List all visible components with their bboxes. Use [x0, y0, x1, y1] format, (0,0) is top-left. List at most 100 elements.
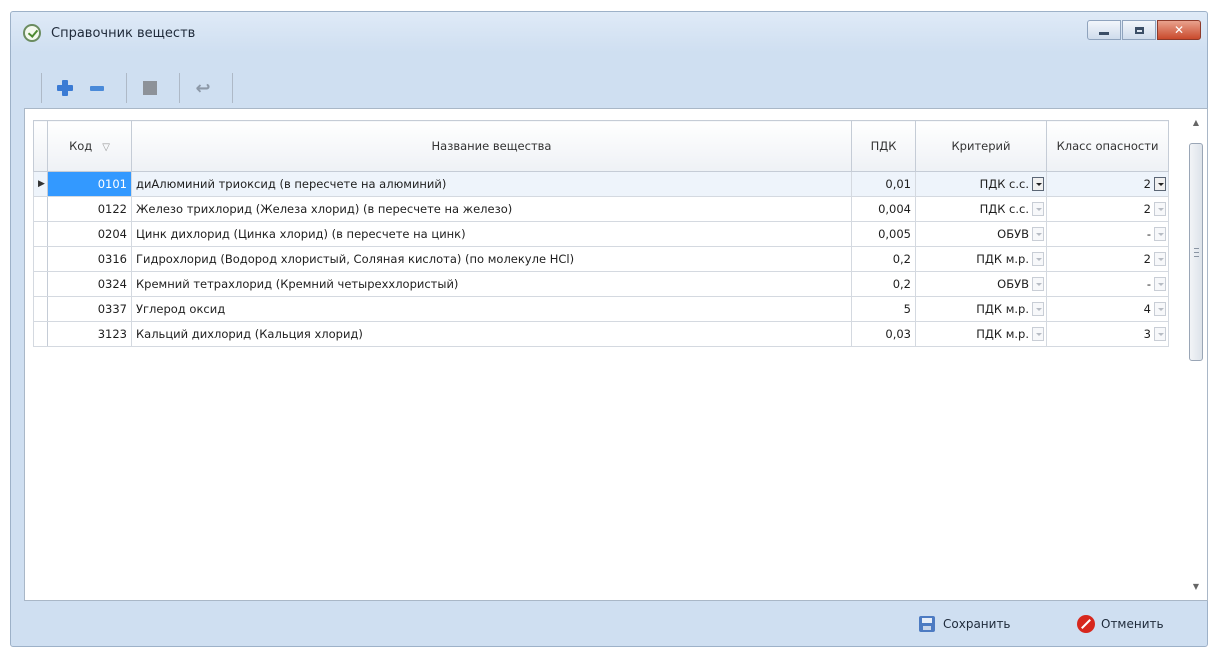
cell-criterion[interactable]: ПДК м.р.: [915, 296, 1047, 322]
table-row[interactable]: 0316 Гидрохлорид (Водород хлористый, Сол…: [33, 246, 1169, 272]
table-row[interactable]: 0324 Кремний тетрахлорид (Кремний четыре…: [33, 271, 1169, 297]
cell-pdk[interactable]: 0,2: [851, 246, 916, 272]
maximize-icon: [1134, 26, 1144, 34]
row-selector[interactable]: [33, 271, 48, 297]
scroll-down-icon[interactable]: ▼: [1187, 579, 1205, 595]
vertical-scrollbar[interactable]: ▲ ▼: [1187, 115, 1205, 595]
hazard-class-value: 2: [1143, 251, 1151, 266]
cell-hazard-class[interactable]: -: [1046, 221, 1169, 247]
cell-code[interactable]: 0204: [47, 221, 132, 247]
cell-code[interactable]: 0101: [47, 171, 132, 197]
cell-code[interactable]: 0324: [47, 271, 132, 297]
app-icon: [23, 24, 41, 42]
cell-pdk[interactable]: 0,005: [851, 221, 916, 247]
chevron-down-icon[interactable]: [1032, 252, 1044, 267]
maximize-button[interactable]: [1122, 20, 1156, 40]
chevron-down-icon[interactable]: [1154, 202, 1166, 217]
table-row[interactable]: 0204 Цинк дихлорид (Цинка хлорид) (в пер…: [33, 221, 1169, 247]
hazard-class-value: 2: [1143, 176, 1151, 191]
chevron-down-icon[interactable]: [1032, 227, 1044, 242]
scroll-thumb[interactable]: [1189, 143, 1203, 361]
cancel-button[interactable]: Отменить: [1077, 612, 1164, 636]
cell-criterion[interactable]: ОБУВ: [915, 221, 1047, 247]
row-selector[interactable]: [33, 296, 48, 322]
chevron-down-icon[interactable]: [1032, 327, 1044, 342]
hazard-class-value: 3: [1143, 326, 1151, 341]
cell-criterion[interactable]: ОБУВ: [915, 271, 1047, 297]
row-selector[interactable]: [33, 221, 48, 247]
column-header-name[interactable]: Название вещества: [131, 120, 852, 172]
table-row[interactable]: 0122 Железо трихлорид (Железа хлорид) (в…: [33, 196, 1169, 222]
cell-code[interactable]: 0337: [47, 296, 132, 322]
plus-icon: [57, 80, 73, 96]
close-button[interactable]: ✕: [1157, 20, 1201, 40]
cell-pdk[interactable]: 0,03: [851, 321, 916, 347]
cell-pdk[interactable]: 5: [851, 296, 916, 322]
cell-hazard-class[interactable]: -: [1046, 271, 1169, 297]
cell-code[interactable]: 0122: [47, 196, 132, 222]
cell-criterion[interactable]: ПДК м.р.: [915, 246, 1047, 272]
header-row-selector: [33, 120, 48, 172]
table-row[interactable]: ▶ 0101 диАлюминий триоксид (в пересчете …: [33, 171, 1169, 197]
chevron-down-icon[interactable]: [1032, 277, 1044, 292]
header-row: Код ▽ Название вещества ПДК Критерий Клас…: [33, 120, 1169, 172]
cell-code[interactable]: 3123: [47, 321, 132, 347]
row-selector[interactable]: [33, 321, 48, 347]
cell-name[interactable]: Углерод оксид: [131, 296, 852, 322]
column-header-hazard-class[interactable]: Класс опасности: [1046, 120, 1169, 172]
cell-hazard-class[interactable]: 2: [1046, 246, 1169, 272]
add-button[interactable]: [52, 75, 78, 101]
cell-pdk[interactable]: 0,004: [851, 196, 916, 222]
row-selector[interactable]: [33, 196, 48, 222]
chevron-down-icon[interactable]: [1154, 277, 1166, 292]
hazard-class-value: 2: [1143, 201, 1151, 216]
delete-button[interactable]: [84, 75, 110, 101]
minimize-button[interactable]: [1087, 20, 1121, 40]
cell-code[interactable]: 0316: [47, 246, 132, 272]
cell-name[interactable]: Кремний тетрахлорид (Кремний четыреххлор…: [131, 271, 852, 297]
chevron-down-icon[interactable]: [1032, 302, 1044, 317]
cell-hazard-class[interactable]: 4: [1046, 296, 1169, 322]
cell-name[interactable]: Цинк дихлорид (Цинка хлорид) (в пересчет…: [131, 221, 852, 247]
stop-icon: [143, 81, 157, 95]
row-selector[interactable]: [33, 246, 48, 272]
save-button[interactable]: Сохранить: [919, 612, 1011, 636]
sort-icon[interactable]: ▽: [102, 142, 110, 153]
cell-name[interactable]: Кальций дихлорид (Кальция хлорид): [131, 321, 852, 347]
substances-window: Справочник веществ ✕ ↩ Код ▽ Название вещ…: [10, 11, 1208, 647]
chevron-down-icon[interactable]: [1154, 327, 1166, 342]
cell-criterion[interactable]: ПДК с.с.: [915, 196, 1047, 222]
save-button-label: Сохранить: [943, 617, 1011, 631]
cell-hazard-class[interactable]: 3: [1046, 321, 1169, 347]
criterion-value: ОБУВ: [997, 276, 1029, 291]
cell-name[interactable]: Железо трихлорид (Железа хлорид) (в пере…: [131, 196, 852, 222]
column-header-criterion[interactable]: Критерий: [915, 120, 1047, 172]
substances-grid: Код ▽ Название вещества ПДК Критерий Клас…: [24, 108, 1208, 601]
chevron-down-icon[interactable]: [1032, 177, 1044, 192]
scroll-up-icon[interactable]: ▲: [1187, 115, 1205, 131]
undo-button[interactable]: ↩: [190, 75, 216, 101]
chevron-down-icon[interactable]: [1154, 302, 1166, 317]
cell-criterion[interactable]: ПДК с.с.: [915, 171, 1047, 197]
cell-criterion[interactable]: ПДК м.р.: [915, 321, 1047, 347]
chevron-down-icon[interactable]: [1154, 252, 1166, 267]
cell-name[interactable]: диАлюминий триоксид (в пересчете на алюм…: [131, 171, 852, 197]
cell-pdk[interactable]: 0,01: [851, 171, 916, 197]
stop-button[interactable]: [137, 75, 163, 101]
cell-name[interactable]: Гидрохлорид (Водород хлористый, Соляная …: [131, 246, 852, 272]
cancel-icon: [1077, 615, 1095, 633]
cell-pdk[interactable]: 0,2: [851, 271, 916, 297]
toolbar-separator: [232, 73, 233, 103]
column-header-pdk[interactable]: ПДК: [851, 120, 916, 172]
cell-hazard-class[interactable]: 2: [1046, 196, 1169, 222]
chevron-down-icon[interactable]: [1032, 202, 1044, 217]
table-row[interactable]: 0337 Углерод оксид 5 ПДК м.р. 4: [33, 296, 1169, 322]
chevron-down-icon[interactable]: [1154, 177, 1166, 192]
minus-icon: [90, 85, 104, 91]
hazard-class-value: -: [1146, 226, 1151, 241]
title-bar[interactable]: Справочник веществ ✕: [11, 12, 1207, 70]
chevron-down-icon[interactable]: [1154, 227, 1166, 242]
cell-hazard-class[interactable]: 2: [1046, 171, 1169, 197]
table-row[interactable]: 3123 Кальций дихлорид (Кальция хлорид) 0…: [33, 321, 1169, 347]
column-header-code[interactable]: Код ▽: [47, 120, 132, 172]
